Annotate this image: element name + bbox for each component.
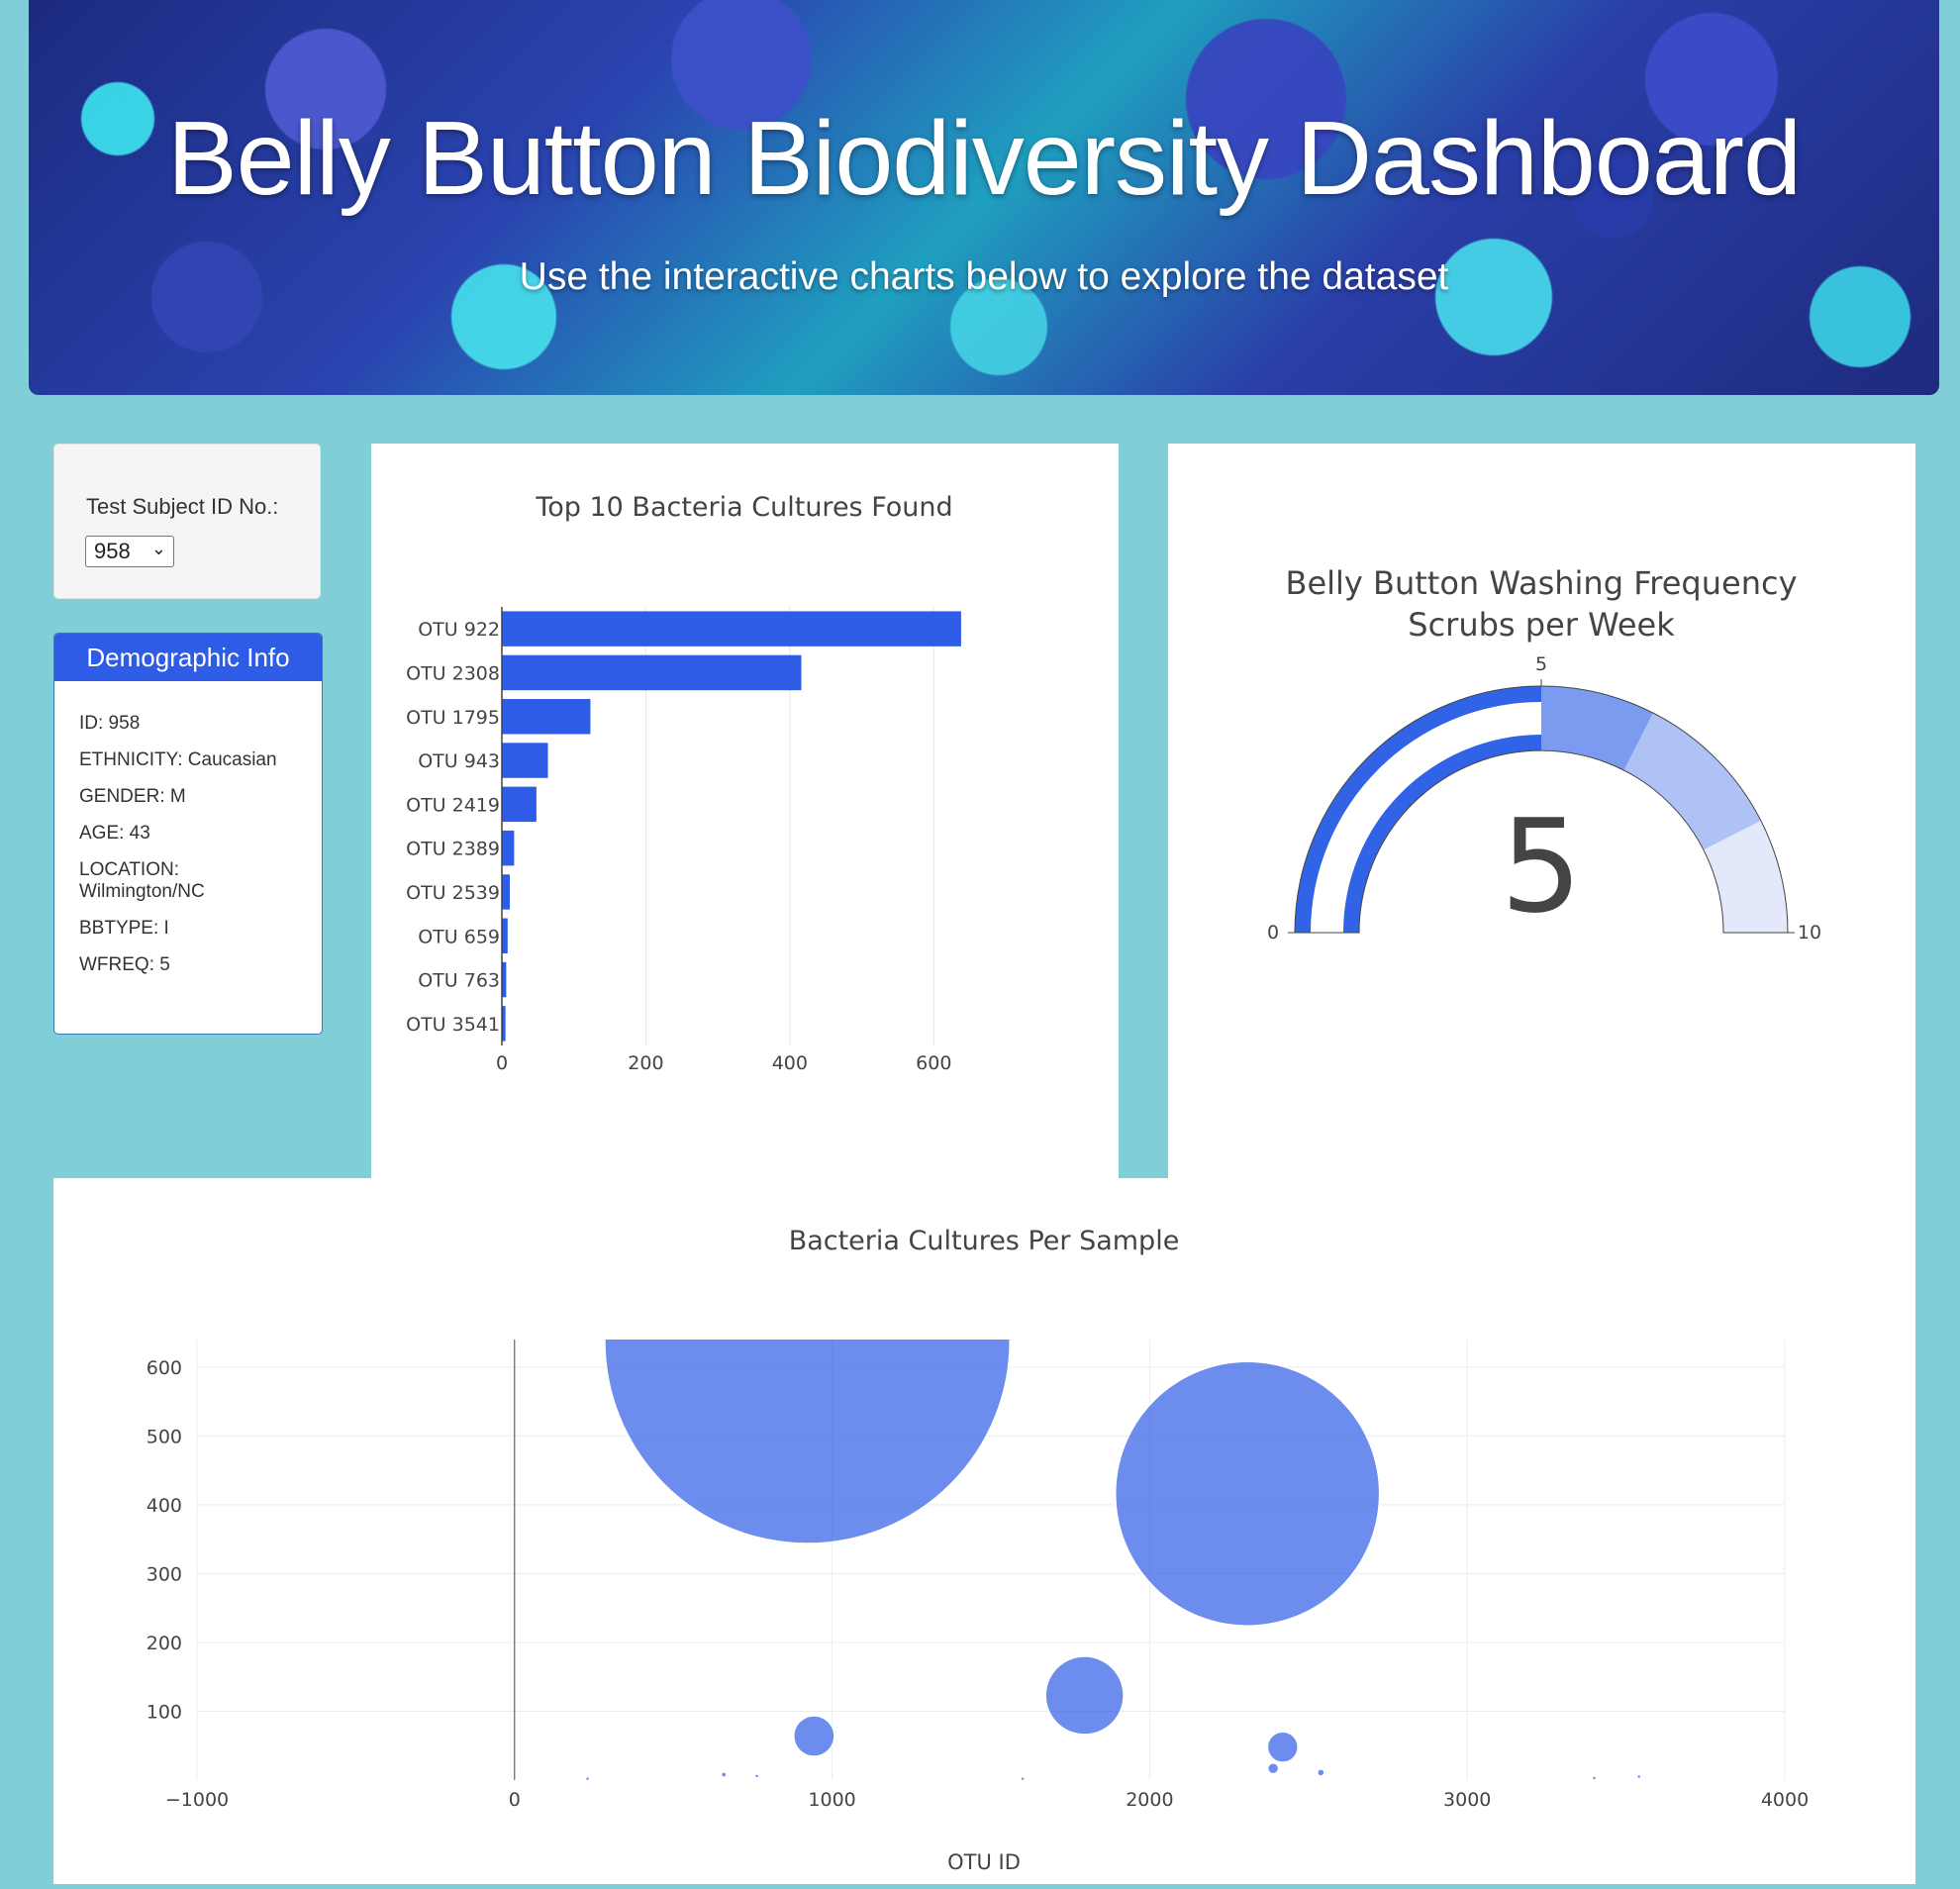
bubble-chart-title: Bacteria Cultures Per Sample (789, 1226, 1180, 1256)
bubble-point-4 (1266, 1731, 1299, 1763)
demo-age: AGE: 43 (79, 823, 150, 844)
bubble-point-5 (1266, 1761, 1280, 1775)
bubble-point-12 (1020, 1775, 1026, 1780)
bar-x-tick-label: 400 (772, 1052, 808, 1074)
gauge-tick-label: 5 (1535, 653, 1547, 675)
bar-y-tick-label: OTU 2419 (406, 794, 500, 816)
bar-x-tick-label: 200 (628, 1052, 663, 1074)
subject-selector-well: Test Subject ID No.: 958 ⌄ (53, 444, 321, 599)
bubble-x-tick-label: 2000 (1126, 1789, 1173, 1811)
bar-x-tick-label: 600 (916, 1052, 951, 1074)
bubble-y-tick-label: 600 (147, 1357, 182, 1379)
bar-2 (502, 699, 591, 735)
bar-7 (502, 918, 508, 953)
bar-chart[interactable]: Top 10 Bacteria Cultures Found 0 200 400 600… (371, 444, 1119, 1178)
bubble-chart[interactable]: Bacteria Cultures Per Sample 100 200 300 400… (53, 1178, 1915, 1884)
bar-y-tick-label: OTU 922 (418, 619, 500, 641)
bar-5 (502, 830, 515, 866)
bar-y-tick-label: OTU 763 (418, 970, 500, 992)
bar-6 (502, 874, 510, 910)
bar-1 (502, 654, 802, 691)
gauge-step-2 (1623, 713, 1761, 850)
bubble-y-tick-label: 100 (147, 1701, 182, 1723)
demo-bbtype: BBTYPE: I (79, 918, 169, 939)
bubble-point-6 (1317, 1768, 1325, 1777)
gauge-tick-label: 0 (1267, 922, 1279, 944)
subject-id-label: Test Subject ID No.: (86, 494, 279, 519)
bar-y-tick-label: OTU 659 (418, 926, 500, 947)
bar-y-tick-label: OTU 2389 (406, 839, 500, 860)
demo-gender: GENDER: M (79, 786, 186, 807)
bar-chart-card: Top 10 Bacteria Cultures Found 0 200 400 600… (371, 444, 1119, 1178)
bubble-x-axis-label: OTU ID (947, 1850, 1021, 1874)
bubble-point-1 (1115, 1360, 1381, 1627)
bubble-y-tick-label: 500 (147, 1426, 182, 1447)
bar-y-tick-label: OTU 1795 (406, 707, 500, 729)
bubble-x-tick-label: 4000 (1761, 1789, 1809, 1811)
gauge-subtitle: Scrubs per Week (1408, 606, 1675, 644)
chevron-down-icon: ⌄ (150, 539, 166, 558)
bar-y-tick-label: OTU 943 (418, 750, 500, 772)
bubble-y-tick-label: 200 (147, 1633, 182, 1654)
bubble-point-7 (720, 1771, 728, 1778)
bubble-x-tick-label: 1000 (808, 1789, 855, 1811)
bar-chart-title: Top 10 Bacteria Cultures Found (535, 492, 952, 523)
bubble-y-tick-label: 300 (147, 1563, 182, 1585)
bar-4 (502, 786, 537, 823)
gauge-chart[interactable]: Belly Button Washing Frequency Scrubs per… (1168, 444, 1915, 1178)
bubble-point-8 (753, 1773, 760, 1779)
page-subtitle: Use the interactive charts below to expl… (519, 255, 1449, 298)
demographic-panel: Demographic Info ID: 958 ETHNICITY: Cauc… (53, 633, 323, 1035)
bubble-point-2 (1044, 1655, 1125, 1736)
bubble-point-11 (584, 1775, 591, 1780)
bubble-point-3 (793, 1715, 835, 1757)
bar-x-tick-label: 0 (496, 1052, 508, 1074)
demo-id: ID: 958 (79, 713, 141, 734)
bubble-point-10 (1591, 1775, 1598, 1780)
subject-id-value: 958 (94, 539, 131, 563)
bubble-x-tick-label: 3000 (1443, 1789, 1491, 1811)
bubble-group (584, 1340, 1642, 1780)
bubble-chart-card: Bacteria Cultures Per Sample 100 200 300 400… (53, 1178, 1915, 1884)
demo-wfreq: WFREQ: 5 (79, 954, 170, 975)
bubble-x-tick-label: 0 (509, 1789, 521, 1811)
demo-ethnicity: ETHNICITY: Caucasian (79, 749, 277, 770)
bar-y-tick-label: OTU 2308 (406, 662, 500, 684)
demographic-body: ID: 958 ETHNICITY: Caucasian GENDER: M A… (54, 681, 322, 976)
gauge-chart-card: Belly Button Washing Frequency Scrubs per… (1168, 444, 1915, 1178)
page-title: Belly Button Biodiversity Dashboard (166, 100, 1802, 217)
bar-y-tick-label: OTU 3541 (406, 1014, 500, 1036)
header-banner: Belly Button Biodiversity Dashboard Use … (29, 0, 1939, 395)
bubble-x-tick-label: −1000 (165, 1789, 229, 1811)
gauge-tick-label: 10 (1798, 922, 1821, 944)
bubble-y-tick-label: 400 (147, 1495, 182, 1517)
gauge-title: Belly Button Washing Frequency (1285, 564, 1797, 602)
demo-location: LOCATION: Wilmington/NC (79, 859, 205, 902)
bar-0 (502, 611, 961, 646)
bar-3 (502, 743, 548, 778)
subject-id-select[interactable]: 958 ⌄ (85, 536, 174, 567)
gauge-value-number: 5 (1501, 791, 1583, 942)
bubble-point-9 (1636, 1773, 1642, 1780)
demographic-heading: Demographic Info (54, 634, 322, 681)
bar-y-tick-label: OTU 2539 (406, 882, 500, 904)
